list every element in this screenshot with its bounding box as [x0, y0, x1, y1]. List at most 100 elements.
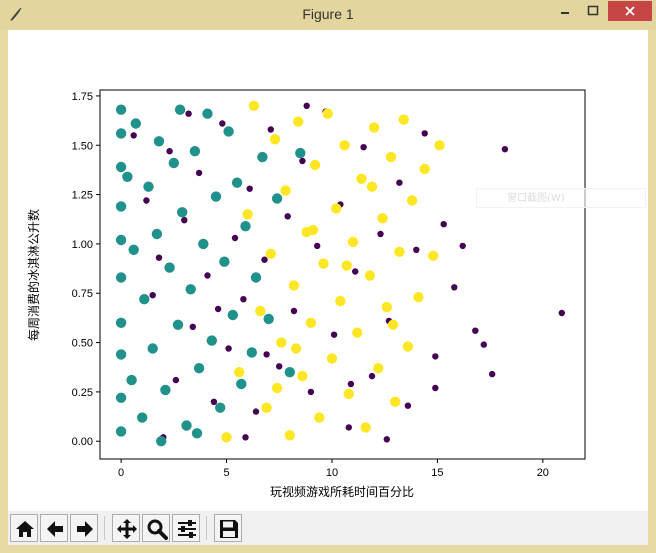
maximize-button[interactable] [580, 1, 606, 21]
scatter-point [394, 246, 405, 257]
scatter-point [341, 260, 352, 271]
scatter-point [193, 363, 205, 374]
scatter-point [402, 341, 414, 352]
scatter-point [185, 284, 196, 295]
scatter-point [318, 258, 329, 269]
scatter-point [115, 392, 127, 403]
configure-subplots-button[interactable] [172, 514, 200, 542]
scatter-point [139, 294, 150, 305]
x-tick-label: 15 [431, 467, 443, 479]
scatter-point [387, 319, 399, 330]
scatter-point [440, 221, 447, 228]
scatter-point [381, 301, 392, 313]
zoom-button[interactable] [142, 514, 170, 542]
scatter-plot: 0 5 10 15 20 0.00 0.25 0.50 0.75 1.00 1.25 1.50 1.7… [26, 89, 586, 499]
scatter-point [234, 367, 245, 378]
scatter-point [240, 221, 251, 232]
move-icon [117, 519, 137, 539]
scatter-point [356, 173, 367, 184]
scatter-point [210, 398, 218, 405]
scatter-point [242, 209, 253, 220]
scatter-point [347, 380, 355, 388]
scatter-point [263, 313, 274, 325]
scatter-point [168, 157, 179, 169]
scatter-point [115, 234, 127, 246]
x-axis-label: 玩视频游戏所耗时间百分比 [270, 484, 414, 499]
scatter-point [434, 140, 445, 151]
scatter-point [156, 436, 167, 447]
scatter-point [413, 292, 424, 303]
scatter-point [219, 120, 226, 127]
forward-button[interactable] [70, 514, 98, 542]
close-button[interactable] [608, 1, 652, 21]
scatter-point [202, 108, 213, 119]
minimize-button[interactable] [552, 1, 578, 21]
scatter-point [181, 217, 188, 224]
scatter-point [339, 140, 350, 151]
home-button[interactable] [10, 514, 38, 542]
x-tick-label: 20 [537, 467, 549, 479]
back-button[interactable] [40, 514, 68, 542]
scatter-point [261, 402, 272, 413]
scatter-point [280, 185, 291, 196]
scatter-point [227, 309, 238, 321]
scatter-point [206, 335, 217, 346]
close-icon [625, 6, 635, 16]
scatter-point [164, 262, 175, 273]
scatter-point [314, 242, 321, 250]
minimize-icon [561, 12, 569, 14]
scatter-point [459, 242, 466, 250]
scatter-point [115, 317, 127, 328]
scatter-point [326, 353, 338, 364]
scatter-point [137, 412, 148, 423]
scatter-point [299, 157, 306, 165]
pan-button[interactable] [112, 514, 140, 542]
scatter-point [198, 238, 209, 250]
ghost-context-menu: 窗口截图(W) [476, 188, 646, 208]
scatter-point [271, 193, 283, 204]
y-tick-label: 1.00 [72, 239, 93, 251]
scatter-point [390, 396, 401, 407]
scatter-point [352, 327, 363, 338]
scatter-point [413, 246, 420, 253]
save-button[interactable] [214, 514, 242, 542]
y-tick-label: 1.75 [72, 91, 93, 103]
scatter-point [215, 402, 226, 413]
scatter-point [303, 102, 310, 110]
scatter-point [189, 146, 201, 157]
scatter-point [276, 363, 283, 370]
scatter-point [352, 268, 359, 275]
y-tick-label: 0.50 [72, 338, 93, 350]
figure-canvas: 0 5 10 15 20 0.00 0.25 0.50 0.75 1.00 1.25 1.50 1.7… [8, 30, 648, 545]
scatter-point [265, 248, 276, 259]
scatter-point [322, 108, 333, 119]
scatter-point [295, 147, 306, 159]
scatter-point [472, 327, 479, 334]
scatter-point [307, 224, 319, 236]
scatter-point [261, 256, 268, 263]
scatter-point [345, 424, 352, 431]
scatter-point [223, 126, 234, 137]
scatter-point [204, 272, 211, 279]
scatter-point [489, 370, 496, 378]
scatter-point [305, 317, 317, 328]
x-tick-label: 10 [326, 467, 338, 479]
scatter-point [143, 181, 154, 192]
scatter-point [290, 343, 302, 354]
scatter-point [231, 234, 239, 242]
scatter-point [276, 337, 287, 348]
y-tick-label: 0.00 [72, 436, 93, 448]
scatter-point [242, 434, 249, 441]
scatter-point [271, 382, 283, 394]
scatter-point [181, 420, 192, 431]
scatter-point [269, 134, 281, 145]
y-axis-label: 每周消费的冰淇淋公升数 [26, 209, 41, 341]
sliders-icon [178, 520, 196, 538]
scatter-point [406, 195, 418, 206]
scatter-point [297, 370, 308, 382]
toolbar-separator [104, 516, 105, 540]
scatter-point [160, 384, 171, 396]
scatter-point [189, 323, 196, 330]
scatter-point [314, 412, 325, 423]
x-tick-label: 5 [223, 467, 229, 479]
